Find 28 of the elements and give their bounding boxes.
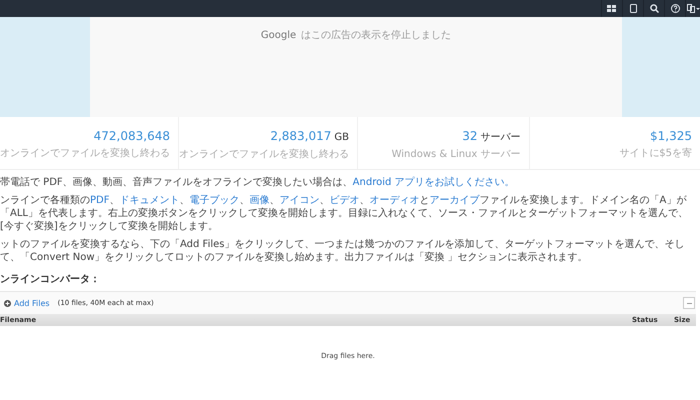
add-files-button[interactable]: Add Files: [0, 296, 54, 310]
text-link[interactable]: ビデオ: [329, 195, 360, 206]
text-link[interactable]: 画像: [249, 195, 270, 206]
minimize-button[interactable]: [683, 297, 695, 309]
text-link[interactable]: アーカイブ: [429, 195, 480, 206]
text-link[interactable]: PDF: [90, 195, 110, 206]
ad-stopped-message: はこの広告の表示を停止しました: [301, 30, 452, 41]
text-link[interactable]: 電子ブック: [189, 195, 240, 206]
text-link[interactable]: アイコン: [279, 195, 320, 206]
text-link[interactable]: ドキュメント: [119, 195, 180, 206]
stat-value: $1,325: [650, 129, 692, 143]
stat-caption: Windows & Linux サーバー: [390, 148, 520, 161]
plus-circle-icon: [4, 300, 11, 306]
stat-value: 472,083,648: [94, 129, 170, 143]
stat-caption: サイトに$5を寄: [618, 146, 692, 160]
stat-value: 2,883,017: [270, 129, 332, 143]
converter-heading: ンラインコンバータ：: [0, 273, 101, 286]
text-link[interactable]: Android アプリをお試しください。: [352, 177, 515, 188]
stat-caption: オンラインでファイルを変換し終わる: [179, 148, 349, 161]
stat-unit: サーバー: [480, 132, 520, 143]
info-paragraph: 帯電話で PDF、画像、動画、音声ファイルをオフラインで変換したい場合は、Android アプリをお試しください。: [0, 176, 516, 189]
stat-unit: GB: [334, 132, 349, 143]
stat-value: 32: [462, 129, 478, 143]
info-paragraph: ットのファイルを変換するなら、下の「Add Files」をクリックして、一つまたは幾つかのファイルを添加して、ターゲットフォーマットを選んで、そして、「Convert Now」をクリックしてロットのファイルを変換し始めます。出力ファイルは「変換 」セクションに表示されます。: [0, 238, 686, 264]
info-paragraph: ンラインで各種類のPDF、ドキュメント、電子ブック、画像、アイコン、ビデオ、オーディオ と アーカイブファイルを変換します。ドメイン名の「A」が「ALL」を代表します。右上の変換ボタンをクリックして変換を開始します。目録に入れなくて、ソース・ファイルとターゲットフォーマットを選んで、[今すぐ変換]をクリックして変換を開始します。: [0, 194, 689, 233]
stat-caption: オンラインでファイルを変換し終わる: [0, 146, 170, 160]
google-brand-text: Google: [260, 30, 296, 41]
text-link[interactable]: オーディオ: [369, 195, 420, 206]
